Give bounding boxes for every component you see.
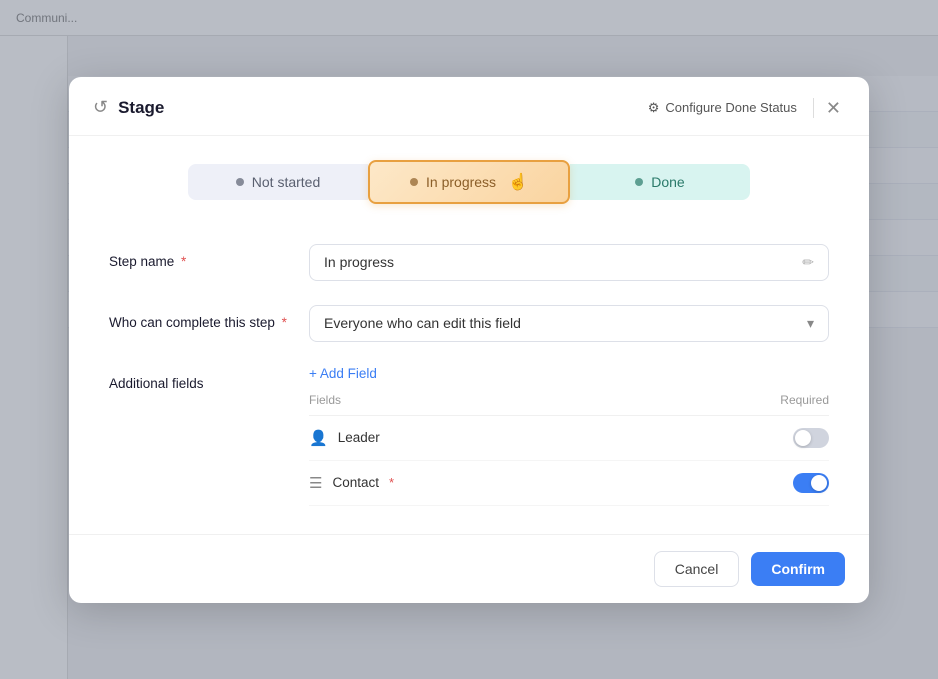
field-contact-label: Contact [332, 475, 379, 490]
cancel-button[interactable]: Cancel [654, 551, 740, 587]
modal-title: Stage [118, 98, 164, 118]
close-button[interactable]: ✕ [822, 95, 845, 121]
contact-toggle[interactable] [793, 473, 829, 493]
leader-toggle[interactable] [793, 428, 829, 448]
field-contact-left: ☰ Contact * [309, 474, 394, 492]
modal-footer: Cancel Confirm [69, 534, 869, 603]
who-required: * [278, 315, 287, 330]
add-field-button[interactable]: + Add Field [309, 366, 377, 381]
step-name-input[interactable]: In progress ✏ [309, 244, 829, 281]
stage-modal: ↺ Stage ⚙ Configure Done Status ✕ Not st… [69, 77, 869, 603]
leader-toggle-knob [795, 430, 811, 446]
who-complete-label: Who can complete this step * [109, 305, 289, 330]
configure-done-status-button[interactable]: ⚙ Configure Done Status [640, 96, 805, 120]
chevron-down-icon: ▾ [807, 315, 814, 332]
modal-header: ↺ Stage ⚙ Configure Done Status ✕ [69, 77, 869, 136]
tab-not-started-label: Not started [252, 174, 320, 190]
list-icon: ☰ [309, 474, 322, 492]
step-name-row: Step name * In progress ✏ [109, 244, 829, 281]
additional-fields-label: Additional fields [109, 366, 289, 391]
tab-dot-done [635, 178, 643, 186]
pencil-icon: ✏ [802, 254, 814, 271]
field-leader-left: 👤 Leader [309, 429, 380, 447]
modal-header-right: ⚙ Configure Done Status ✕ [640, 95, 845, 121]
fields-table: Fields Required 👤 Leader [309, 393, 829, 506]
confirm-button[interactable]: Confirm [751, 552, 845, 586]
contact-required-star: * [389, 475, 394, 490]
field-row-leader: 👤 Leader [309, 416, 829, 461]
who-complete-value: Everyone who can edit this field [324, 315, 521, 331]
tab-not-started[interactable]: Not started [188, 164, 368, 200]
fields-col-header: Fields [309, 393, 341, 407]
tab-done-label: Done [651, 174, 684, 190]
step-name-label: Step name * [109, 244, 289, 269]
stage-tabs: Not started In progress ☝ Done [69, 136, 869, 216]
who-complete-control: Everyone who can edit this field ▾ [309, 305, 829, 342]
gear-icon: ⚙ [648, 100, 660, 116]
hand-icon: ☝ [508, 172, 528, 192]
modal-body: Step name * In progress ✏ Who can comple… [69, 216, 869, 534]
modal-backdrop: ↺ Stage ⚙ Configure Done Status ✕ Not st… [0, 0, 938, 679]
who-complete-row: Who can complete this step * Everyone wh… [109, 305, 829, 342]
tab-done[interactable]: Done [570, 164, 750, 200]
who-complete-select[interactable]: Everyone who can edit this field ▾ [309, 305, 829, 342]
field-leader-label: Leader [338, 430, 380, 445]
additional-fields-control: + Add Field Fields Required 👤 Leader [309, 366, 829, 506]
step-name-required: * [177, 254, 186, 269]
configure-label: Configure Done Status [665, 100, 797, 115]
step-name-control: In progress ✏ [309, 244, 829, 281]
fields-table-header: Fields Required [309, 393, 829, 416]
person-icon: 👤 [309, 429, 328, 447]
tab-in-progress[interactable]: In progress ☝ [368, 160, 570, 204]
stage-icon: ↺ [93, 97, 108, 118]
contact-toggle-knob [811, 475, 827, 491]
tab-in-progress-label: In progress [426, 174, 496, 190]
tab-dot-in-progress [410, 178, 418, 186]
step-name-value: In progress [324, 254, 394, 270]
required-col-header: Required [780, 393, 829, 407]
add-field-label: + Add Field [309, 366, 377, 381]
header-divider [813, 98, 814, 118]
field-row-contact: ☰ Contact * [309, 461, 829, 506]
modal-title-group: ↺ Stage [93, 97, 164, 118]
additional-fields-row: Additional fields + Add Field Fields Req… [109, 366, 829, 506]
tab-dot-not-started [236, 178, 244, 186]
